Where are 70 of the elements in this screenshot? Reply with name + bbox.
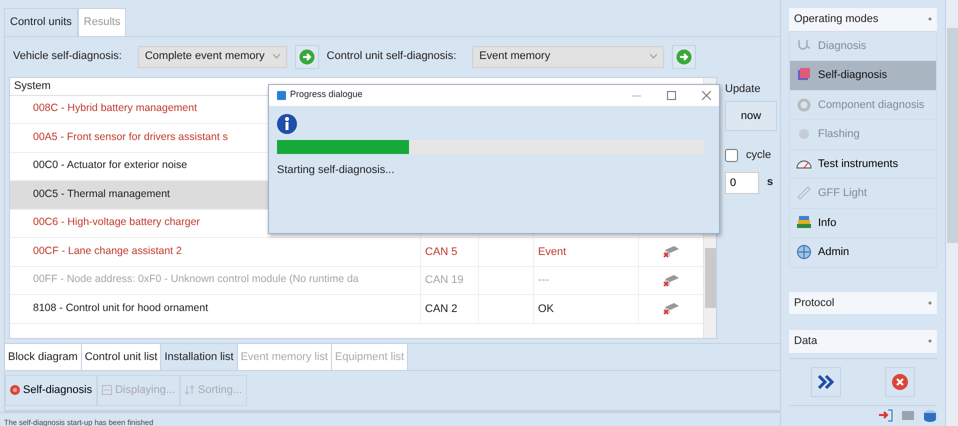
table-cell-text: CAN 19	[425, 273, 464, 288]
books-icon	[796, 214, 812, 231]
scrollbar[interactable]	[945, 0, 958, 426]
caret-icon	[650, 54, 658, 59]
gear-icon	[796, 96, 812, 113]
dropdown[interactable]: Event memory	[472, 46, 664, 68]
section-title: Operating modes	[794, 12, 878, 27]
interval-field[interactable]: 0	[725, 172, 759, 194]
section-header[interactable]: Data	[789, 330, 937, 352]
record-icon	[10, 385, 20, 396]
forward-button[interactable]	[811, 367, 841, 397]
table-cell-text: 008C - Hybrid battery management	[33, 101, 197, 116]
section-header[interactable]: Protocol	[789, 292, 937, 314]
table-row[interactable]: 00CF - Lane change assistant 2 CAN 5 Event	[10, 238, 703, 266]
exit-icon[interactable]	[879, 409, 893, 422]
maximize-icon[interactable]	[667, 90, 676, 100]
dot-icon	[928, 17, 932, 22]
table-cell-text: 00C5 - Thermal management	[33, 186, 170, 202]
plug-icon	[662, 302, 680, 316]
plug-icon	[662, 245, 680, 258]
dialog-message: Starting self-diagnosis...	[277, 162, 396, 178]
tab[interactable]: Control units	[4, 8, 78, 36]
table-cell-text: ---	[538, 273, 549, 288]
unit-label: Control unit self-diagnosis:	[326, 49, 456, 64]
table-row[interactable]: 8108 - Control unit for hood ornament CAN 2 OK	[10, 295, 703, 324]
table-cell-text: 00A5 - Front sensor for drivers assistant s	[33, 130, 228, 145]
sidebar-item[interactable]: Self-diagnosis	[789, 61, 937, 90]
tab[interactable]: Block diagram	[5, 344, 82, 370]
update-label: Update	[725, 82, 760, 96]
go-button[interactable]	[294, 44, 319, 68]
sidebar-item[interactable]: Admin	[789, 238, 937, 268]
table-cell-text: CAN 5	[425, 244, 458, 260]
info-icon	[277, 114, 297, 134]
database-icon[interactable]	[923, 409, 937, 422]
now-button[interactable]: now	[725, 101, 777, 131]
dropdown[interactable]: Complete event memory	[138, 46, 287, 68]
caret-icon	[272, 54, 280, 59]
table-cell-text: 8108 - Control unit for hood ornament	[33, 300, 208, 316]
tab[interactable]: Control unit list	[82, 344, 162, 370]
cancel-button[interactable]	[885, 367, 915, 397]
sidebar-item[interactable]: Test instruments	[789, 150, 937, 179]
plug-icon	[662, 274, 680, 287]
dialog-title: Progress dialogue	[290, 88, 364, 102]
window-icon	[277, 90, 286, 100]
globe-icon	[796, 244, 812, 260]
table-cell-text: CAN 2	[425, 302, 458, 316]
table-cell-text: Event	[538, 244, 566, 260]
vehicle-label: Vehicle self-diagnosis:	[13, 49, 122, 64]
dot-icon	[928, 339, 932, 344]
close-icon[interactable]	[702, 90, 711, 100]
double-chevron-icon	[818, 375, 834, 389]
table-cell-text: 00FF - Node address: 0xF0 - Unknown control module (No runtime da	[33, 272, 359, 288]
table-cell-text: 00C6 - High-voltage battery charger	[33, 215, 200, 230]
go-button[interactable]	[672, 44, 696, 68]
unit-label: s	[767, 175, 774, 190]
sidebar-item[interactable]: Info	[789, 208, 937, 238]
list-icon	[102, 385, 112, 396]
action-button[interactable]: Self-diagnosis	[5, 375, 98, 406]
sort-icon	[185, 385, 196, 396]
dot-icon	[928, 300, 932, 305]
cycle-checkbox[interactable]	[725, 148, 738, 162]
table-cell-text: OK	[538, 302, 554, 316]
section-header[interactable]: Operating modes	[789, 8, 937, 30]
table-cell-text: 00C0 - Actuator for exterior noise	[33, 158, 188, 174]
cycle-label: cycle	[746, 148, 772, 163]
table-cell-text: 00CF - Lane change assistant 2	[33, 244, 182, 259]
close-icon	[892, 374, 908, 390]
pen-icon	[796, 185, 812, 202]
section-title: Protocol	[794, 296, 834, 310]
section-title: Data	[794, 334, 818, 349]
